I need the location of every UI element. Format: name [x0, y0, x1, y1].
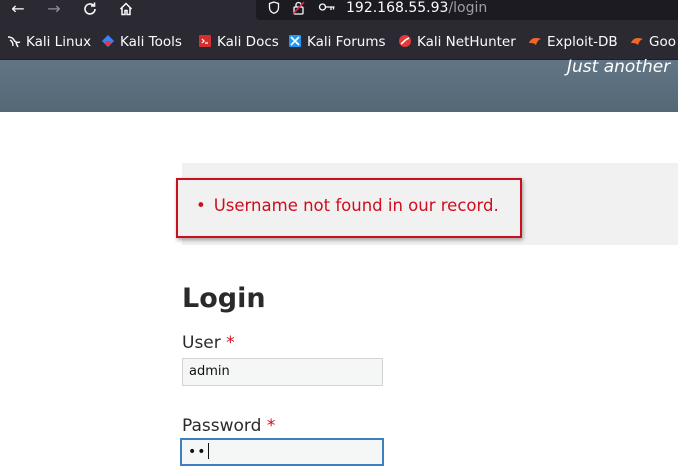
text-caret: [207, 443, 209, 459]
bookmark-kali-tools[interactable]: Kali Tools: [101, 33, 182, 51]
url-bar[interactable]: 192.168.55.93/login: [256, 0, 678, 20]
bookmark-label: Goo: [649, 34, 676, 50]
home-icon[interactable]: [114, 0, 138, 20]
site-tagline: Just another: [567, 57, 671, 77]
required-marker: *: [266, 416, 276, 436]
reload-icon[interactable]: [78, 0, 102, 20]
page-title: Login: [182, 283, 266, 314]
kali-dragon-icon: [7, 34, 21, 48]
bullet-icon: •: [196, 196, 206, 215]
bookmark-kali-nethunter[interactable]: Kali NetHunter: [398, 33, 516, 51]
bookmark-label: Kali Linux: [26, 34, 92, 50]
url-text[interactable]: 192.168.55.93/login: [346, 0, 487, 16]
user-label: User *: [182, 333, 235, 353]
password-input[interactable]: ••: [180, 438, 384, 466]
bookmark-kali-linux[interactable]: Kali Linux: [7, 33, 91, 51]
google-hacking-db-icon: [630, 34, 644, 48]
error-message-box: • Username not found in our record.: [176, 178, 522, 238]
shield-icon[interactable]: [268, 1, 280, 16]
key-icon[interactable]: [318, 1, 336, 15]
bookmarks-bar: Kali Linux Kali Tools Kali Docs Kali For…: [0, 22, 678, 60]
exploit-db-icon: [528, 34, 542, 48]
kali-forums-icon: [288, 34, 302, 48]
error-message: • Username not found in our record.: [196, 196, 499, 216]
url-host: 192.168.55.93: [346, 0, 449, 16]
bookmark-label: Kali Docs: [217, 34, 279, 50]
kali-nethunter-icon: [398, 34, 412, 48]
back-arrow-icon[interactable]: ←: [6, 0, 30, 20]
kali-docs-icon: [198, 34, 212, 48]
password-label-text: Password: [182, 416, 262, 436]
user-label-text: User: [182, 333, 221, 353]
forward-arrow-icon[interactable]: →: [42, 0, 66, 20]
bookmark-label: Kali Tools: [120, 34, 182, 50]
kali-tools-icon: [101, 34, 115, 48]
password-label: Password *: [182, 416, 275, 436]
password-masked-value: ••: [188, 444, 207, 460]
bookmark-kali-docs[interactable]: Kali Docs: [198, 33, 279, 51]
bookmark-label: Exploit-DB: [547, 34, 618, 50]
bookmark-kali-forums[interactable]: Kali Forums: [288, 33, 386, 51]
required-marker: *: [226, 333, 235, 353]
bookmark-label: Kali Forums: [307, 34, 386, 50]
bookmark-label: Kali NetHunter: [417, 34, 516, 50]
insecure-lock-icon[interactable]: [292, 1, 305, 17]
url-path: /login: [448, 0, 488, 16]
username-input[interactable]: admin: [182, 358, 383, 386]
error-message-text: Username not found in our record.: [213, 196, 499, 215]
site-header: Just another: [0, 57, 678, 112]
bookmark-exploit-db[interactable]: Exploit-DB: [528, 33, 618, 51]
bookmark-google-hacking-db[interactable]: Goo: [630, 33, 676, 51]
browser-navbar: ← → 192.168.55.93/login: [0, 0, 678, 22]
